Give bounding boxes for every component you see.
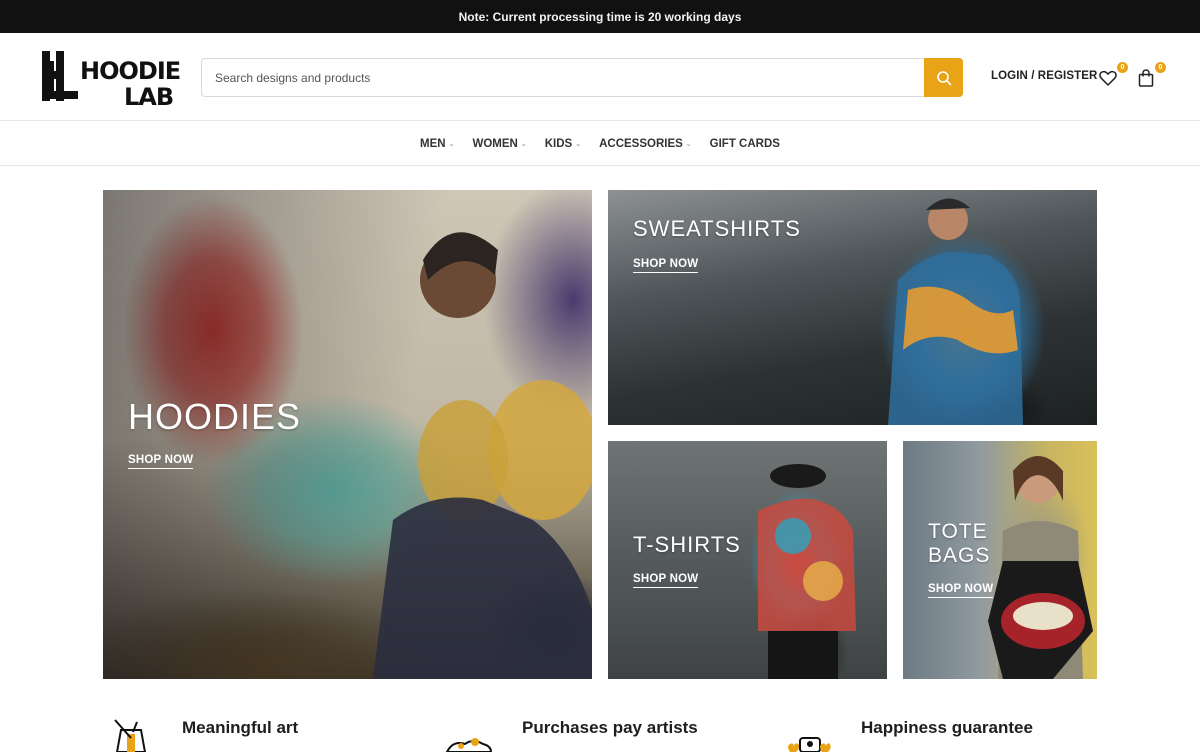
site-header: HOODIE LAB LOGIN / REGISTER 0 0 xyxy=(0,33,1200,121)
nav-item-gift-cards[interactable]: GIFT CARDS xyxy=(701,138,789,150)
feature-label-meaningful-art: Meaningful art xyxy=(182,718,299,737)
nav-item-label: GIFT CARDS xyxy=(709,137,780,150)
chevron-down-icon: ⌄ xyxy=(448,140,455,148)
nav-item-accessories[interactable]: ACCESSORIES ⌄ xyxy=(590,138,701,150)
nav-item-label: WOMEN xyxy=(472,137,518,150)
search-bar xyxy=(201,58,963,97)
cart-count-badge: 0 xyxy=(1155,62,1166,73)
wishlist-button[interactable]: 0 xyxy=(1098,62,1128,92)
paint-bucket-icon xyxy=(114,719,147,752)
wishlist-count-badge: 0 xyxy=(1117,62,1128,73)
hoodie-lab-logo[interactable]: HOODIE LAB xyxy=(40,47,186,109)
t-shirts-photo xyxy=(758,464,856,679)
tile-title-line-2: BAGS xyxy=(928,544,991,567)
category-tile-sweatshirts[interactable]: SWEATSHIRTS SHOP NOW xyxy=(608,190,1097,425)
announcement-text: Note: Current processing time is 20 work… xyxy=(458,9,742,24)
shop-now-link[interactable]: SHOP NOW xyxy=(633,258,699,273)
chevron-down-icon: ⌄ xyxy=(520,140,527,148)
nav-item-label: MEN xyxy=(420,137,446,150)
chevron-down-icon: ⌄ xyxy=(575,140,582,148)
chevron-down-icon: ⌄ xyxy=(685,140,692,148)
nav-item-label: ACCESSORIES xyxy=(599,137,683,150)
nav-item-men[interactable]: MEN ⌄ xyxy=(411,138,463,150)
shopping-bag-icon xyxy=(1138,69,1154,87)
nav-item-kids[interactable]: KIDS ⌄ xyxy=(536,138,590,150)
tile-title-line-1: TOTE xyxy=(928,520,988,543)
search-icon xyxy=(936,70,951,85)
category-tile-tote-bags[interactable]: TOTE BAGS SHOP NOW xyxy=(903,441,1097,679)
shop-now-link[interactable]: SHOP NOW xyxy=(928,583,994,598)
svg-text:LAB: LAB xyxy=(124,83,173,109)
category-tile-hoodies[interactable]: HOODIES SHOP NOW xyxy=(103,190,592,679)
features-row: Meaningful art Purchases pay artists Hap… xyxy=(0,700,1200,752)
search-input[interactable] xyxy=(202,59,924,96)
shop-now-link[interactable]: SHOP NOW xyxy=(128,454,194,469)
login-register-link[interactable]: LOGIN / REGISTER xyxy=(991,70,1097,82)
tile-title: HOODIES xyxy=(128,396,302,437)
cart-button[interactable]: 0 xyxy=(1136,62,1166,92)
main-navigation: MEN ⌄ WOMEN ⌄ KIDS ⌄ ACCESSORIES ⌄ GIFT … xyxy=(0,122,1200,166)
heart-icon xyxy=(1099,70,1117,86)
svg-text:HOODIE: HOODIE xyxy=(80,57,180,85)
search-button[interactable] xyxy=(924,58,963,97)
artist-tools-icon xyxy=(445,738,493,752)
happiness-icon xyxy=(788,737,831,752)
feature-label-happiness-guarantee: Happiness guarantee xyxy=(861,718,1033,737)
shop-now-link[interactable]: SHOP NOW xyxy=(633,573,699,588)
tile-title: T-SHIRTS xyxy=(633,532,741,557)
tile-title: SWEATSHIRTS xyxy=(633,216,801,241)
feature-label-purchases-pay-artists: Purchases pay artists xyxy=(522,718,698,737)
nav-item-label: KIDS xyxy=(544,137,573,150)
category-tile-t-shirts[interactable]: T-SHIRTS SHOP NOW xyxy=(608,441,887,679)
announcement-bar: Note: Current processing time is 20 work… xyxy=(0,0,1200,33)
nav-item-women[interactable]: WOMEN ⌄ xyxy=(463,138,535,150)
